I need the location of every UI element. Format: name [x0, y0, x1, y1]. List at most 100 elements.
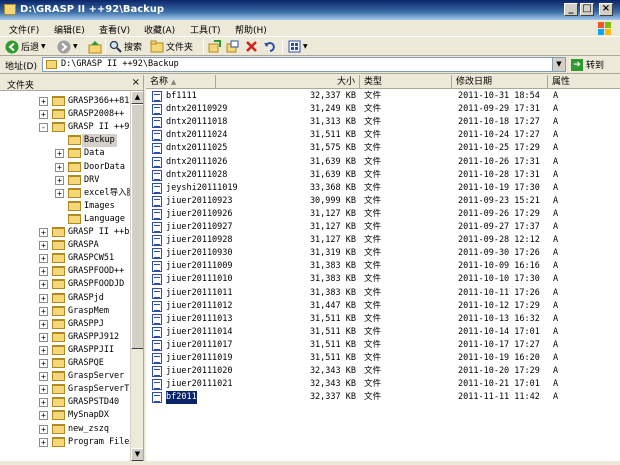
expand-icon[interactable]: + [39, 110, 48, 120]
file-row[interactable]: jiuer20111012 31,447 KB 文件 2011-10-12 17:29… [146, 300, 620, 313]
file-row[interactable]: jiuer20111017 31,511 KB 文件 2011-10-17 17:27… [146, 339, 620, 352]
file-row[interactable]: jiuer20110927 31,127 KB 文件 2011-09-27 17:37… [146, 221, 620, 234]
menu-tools[interactable]: 工具(T) [190, 23, 221, 36]
file-icon [152, 208, 162, 220]
expand-icon[interactable]: + [39, 437, 48, 447]
menu-file[interactable]: 文件(F) [9, 23, 39, 36]
file-row[interactable]: bf1111 32,337 KB 文件 2011-10-31 18:54 A [146, 90, 620, 103]
file-modified: 2011-10-09 16:16 [458, 261, 540, 272]
expand-icon[interactable]: + [39, 280, 48, 290]
menu-edit[interactable]: 编辑(E) [54, 23, 85, 36]
expand-icon[interactable]: + [55, 188, 64, 198]
file-size: 31,511 KB [309, 313, 356, 324]
forward-button[interactable]: ▼ [57, 38, 78, 55]
column-modified[interactable]: 修改日期 [452, 75, 548, 89]
copy-to-button[interactable] [226, 38, 239, 55]
file-row[interactable]: jiuer20110930 31,319 KB 文件 2011-09-30 17:26… [146, 247, 620, 260]
file-row[interactable]: dntx20111028 31,639 KB 文件 2011-10-28 17:31 A [146, 169, 620, 182]
file-name: dntx20110929 [166, 104, 228, 115]
search-button[interactable]: 搜索 [109, 38, 142, 55]
move-to-button[interactable] [208, 38, 221, 55]
expand-icon[interactable]: + [39, 424, 48, 434]
minimize-button[interactable]: _ [564, 3, 578, 16]
expand-icon[interactable]: + [39, 345, 48, 355]
move-to-icon [208, 40, 221, 53]
file-type: 文件 [364, 261, 382, 272]
file-size: 32,337 KB [309, 91, 356, 101]
file-row[interactable]: jiuer20111021 32,343 KB 文件 2011-10-21 17:01… [146, 378, 620, 391]
expand-icon[interactable]: + [39, 398, 48, 408]
scroll-down-icon[interactable]: ▼ [131, 448, 143, 461]
file-row[interactable]: dntx20110929 31,249 KB 文件 2011-09-29 17:31 A [146, 103, 620, 116]
folder-tree-item-label: new_zszq [68, 423, 109, 434]
file-icon [152, 366, 162, 378]
file-attributes: A [553, 195, 559, 206]
expand-icon[interactable]: + [39, 359, 48, 368]
collapse-icon[interactable]: - [39, 123, 48, 133]
file-row[interactable]: jiuer20111009 31,383 KB 文件 2011-10-09 16:16… [146, 260, 620, 273]
address-input[interactable]: D:\GRASP II ++92\Backup ▼ [42, 57, 566, 72]
file-row[interactable]: dntx20111026 31,639 KB 文件 2011-10-26 17:31 A [146, 156, 620, 169]
scroll-up-icon[interactable]: ▲ [131, 91, 143, 104]
folder-icon [52, 344, 65, 355]
file-size: 31,313 KB [309, 117, 356, 128]
file-row[interactable]: jiuer20111010 31,383 KB 文件 2011-10-10 17:30… [146, 273, 620, 286]
expand-icon[interactable]: + [39, 385, 48, 395]
undo-button[interactable] [263, 38, 276, 55]
expand-icon[interactable]: + [55, 149, 64, 159]
file-row[interactable]: bf2011 32,337 KB 文件 2011-11-11 11:42 A [146, 390, 620, 406]
expand-icon[interactable]: + [39, 228, 48, 237]
expand-icon[interactable]: + [39, 293, 48, 303]
close-icon[interactable]: × [132, 77, 140, 88]
expand-icon[interactable]: + [39, 319, 48, 329]
up-folder-icon [88, 40, 102, 53]
column-name[interactable]: 名称 ▲ [146, 75, 216, 89]
column-attributes[interactable]: 属性 [548, 75, 620, 89]
file-attributes: A [553, 91, 559, 101]
expand-icon[interactable]: + [39, 241, 48, 251]
file-name: jiuer20111014 [166, 326, 233, 337]
expand-icon[interactable]: + [39, 97, 48, 106]
file-row[interactable]: jiuer20110926 31,127 KB 文件 2011-09-26 17:29… [146, 208, 620, 221]
close-button[interactable]: × [599, 3, 613, 16]
file-row[interactable]: jiuer20110923 30,999 KB 文件 2011-09-23 15:21… [146, 195, 620, 208]
file-row[interactable]: jiuer20111020 32,343 KB 文件 2011-10-20 17:29… [146, 365, 620, 378]
expand-icon[interactable]: + [39, 411, 48, 421]
menu-view[interactable]: 查看(V) [99, 23, 130, 36]
file-row[interactable]: dntx20111018 31,313 KB 文件 2011-10-18 17:27 A [146, 116, 620, 129]
scrollbar-thumb[interactable] [131, 104, 143, 349]
file-row[interactable]: jiuer20111013 31,511 KB 文件 2011-10-13 16:32… [146, 313, 620, 326]
menu-favorites[interactable]: 收藏(A) [144, 23, 175, 36]
column-size[interactable]: 大小 [252, 75, 360, 89]
chevron-down-icon[interactable]: ▼ [552, 58, 565, 71]
expand-icon[interactable]: + [39, 267, 48, 277]
views-button[interactable]: ▼ [288, 38, 308, 55]
toolbar-separator [105, 39, 106, 54]
folder-icon [52, 122, 65, 133]
go-button[interactable]: ➔ 转到 [571, 58, 604, 71]
file-row[interactable]: jiuer20111011 31,383 KB 文件 2011-10-11 17:26… [146, 287, 620, 300]
file-row[interactable]: jiuer20111014 31,511 KB 文件 2011-10-14 17:01… [146, 326, 620, 339]
delete-button[interactable] [245, 38, 258, 55]
up-folder-button[interactable] [88, 38, 102, 55]
menu-help[interactable]: 帮助(H) [235, 23, 267, 36]
maximize-button[interactable]: □ [580, 3, 594, 16]
folders-scrollbar[interactable]: ▲ ▼ [130, 91, 143, 461]
back-button[interactable]: 后退 ▼ [5, 38, 46, 55]
file-type: 文件 [364, 156, 382, 167]
expand-icon[interactable]: + [55, 162, 64, 172]
expand-icon[interactable]: + [39, 306, 48, 316]
folders-button[interactable]: 文件夹 [150, 38, 193, 55]
expand-icon[interactable]: + [39, 254, 48, 264]
file-row[interactable]: jiuer20110928 31,127 KB 文件 2011-09-28 12:12… [146, 234, 620, 247]
expand-icon[interactable]: + [55, 175, 64, 185]
file-type: 文件 [364, 287, 382, 298]
expand-icon[interactable]: + [39, 372, 48, 382]
file-row[interactable]: jiuer20111019 31,511 KB 文件 2011-10-19 16:20… [146, 352, 620, 365]
expand-icon[interactable]: + [39, 332, 48, 342]
column-type[interactable]: 类型 [360, 75, 452, 89]
folder-icon [46, 60, 57, 69]
file-row[interactable]: dntx20111025 31,575 KB 文件 2011-10-25 17:29 A [146, 142, 620, 155]
file-row[interactable]: jeyshi20111019 33,368 KB 文件 2011-10-19 17:3… [146, 182, 620, 195]
file-row[interactable]: dntx20111024 31,511 KB 文件 2011-10-24 17:27 A [146, 129, 620, 142]
